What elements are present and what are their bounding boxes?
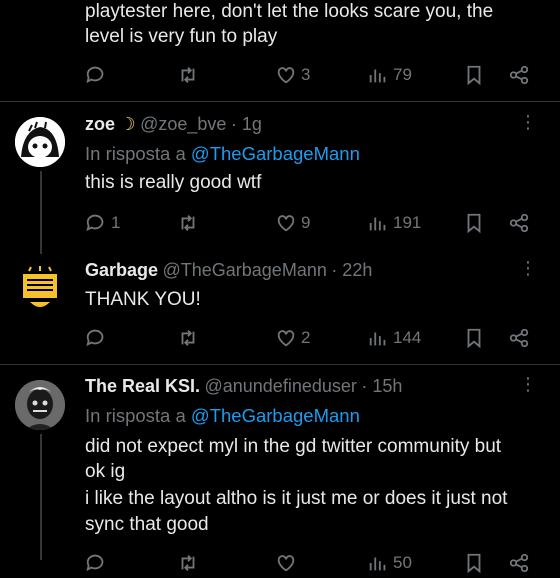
timestamp[interactable]: · 22h [331,260,372,280]
tweet-header: Garbage @TheGarbageMann · 22h [85,260,372,281]
handle[interactable]: @TheGarbageMann [162,260,326,280]
display-name[interactable]: The Real KSI. [85,376,200,396]
bookmark-icon [467,328,481,349]
avatar[interactable] [15,117,65,167]
tweet-text-line: level is very fun to play [85,26,278,47]
tweet-text-line: sync that good [85,514,209,535]
avatar[interactable] [15,262,65,312]
handle[interactable]: @zoe_bve [140,114,226,134]
reply-icon [86,554,104,572]
retweet-button[interactable] [177,208,199,238]
reply-icon [86,329,104,347]
share-button[interactable] [508,548,530,578]
tweet-actions: 2 144 [85,323,545,353]
share-button[interactable] [508,323,530,353]
heart-icon [277,67,295,84]
retweet-icon [181,555,195,571]
share-icon [509,553,529,573]
share-icon [509,65,529,85]
like-button[interactable]: 9 [275,208,310,238]
timestamp[interactable]: · 15h [361,376,402,396]
avatar-drawing [15,380,65,430]
views-icon [369,557,386,571]
tweet-actions: 50 [85,548,545,578]
tweet-text-line: playtester here, don't let the looks sca… [85,1,494,22]
share-button[interactable] [508,208,530,238]
reply-context: In risposta a @TheGarbageMann [85,405,360,426]
bookmark-icon [467,553,481,574]
like-button[interactable] [275,548,301,578]
views-icon [369,69,386,83]
display-name[interactable]: zoe [85,114,115,134]
bookmark-icon [467,213,481,234]
like-button[interactable]: 3 [275,60,310,90]
avatar-drawing [23,266,57,307]
tweet-header: The Real KSI. @anundefineduser · 15h [85,376,402,397]
tweet-text-line: ok ig [85,461,126,482]
share-icon [509,328,529,348]
heart-icon [277,215,295,232]
views-icon [369,217,386,231]
divider [0,364,560,365]
reply-to-link[interactable]: @TheGarbageMann [191,143,360,164]
thread-line [40,171,42,254]
tweet-text-line: i like the layout altho is it just me or… [85,488,508,509]
moon-emoji: ☽ [119,114,136,134]
display-name[interactable]: Garbage [85,260,158,280]
tweet-text-line: did not expect myl in the gd twitter com… [85,436,502,457]
reply-button[interactable] [85,60,111,90]
timestamp[interactable]: · 1g [231,114,262,134]
divider [0,101,560,102]
bookmark-button[interactable] [463,208,485,238]
heart-icon [277,555,295,572]
retweet-button[interactable] [177,323,199,353]
bookmark-icon [467,65,481,86]
retweet-button[interactable] [177,548,199,578]
reply-button[interactable] [85,548,111,578]
reply-icon [86,214,104,232]
tweet-text-line: this is really good wtf [85,172,262,193]
views-button[interactable]: 144 [367,323,421,353]
reply-button[interactable] [85,323,111,353]
reply-context: In risposta a @TheGarbageMann [85,143,360,164]
retweet-icon [181,330,195,346]
tweet-text-line: THANK YOU! [85,289,201,310]
handle[interactable]: @anundefineduser [204,376,356,396]
thread-line [40,434,42,560]
retweet-button[interactable] [177,60,199,90]
like-button[interactable]: 2 [275,323,310,353]
more-options-icon[interactable]: ⋮ [519,374,538,395]
bookmark-button[interactable] [463,60,485,90]
bookmark-button[interactable] [463,548,485,578]
reply-to-link[interactable]: @TheGarbageMann [191,405,360,426]
reply-icon [86,66,104,84]
more-options-icon[interactable]: ⋮ [519,112,538,133]
more-options-icon[interactable]: ⋮ [519,258,538,279]
avatar[interactable] [15,380,65,430]
views-button[interactable]: 79 [367,60,412,90]
tweet-actions: 3 79 [85,60,545,90]
views-icon [369,332,386,346]
retweet-icon [181,67,195,83]
tweet-actions: 1 9 191 [85,208,545,238]
share-icon [509,213,529,233]
bookmark-button[interactable] [463,323,485,353]
views-button[interactable]: 50 [367,548,412,578]
avatar-drawing [15,117,65,167]
heart-icon [277,330,295,347]
retweet-icon [181,215,195,231]
tweet-header: zoe ☽ @zoe_bve · 1g [85,114,262,135]
views-button[interactable]: 191 [367,208,421,238]
share-button[interactable] [508,60,530,90]
reply-button[interactable]: 1 [85,208,120,238]
